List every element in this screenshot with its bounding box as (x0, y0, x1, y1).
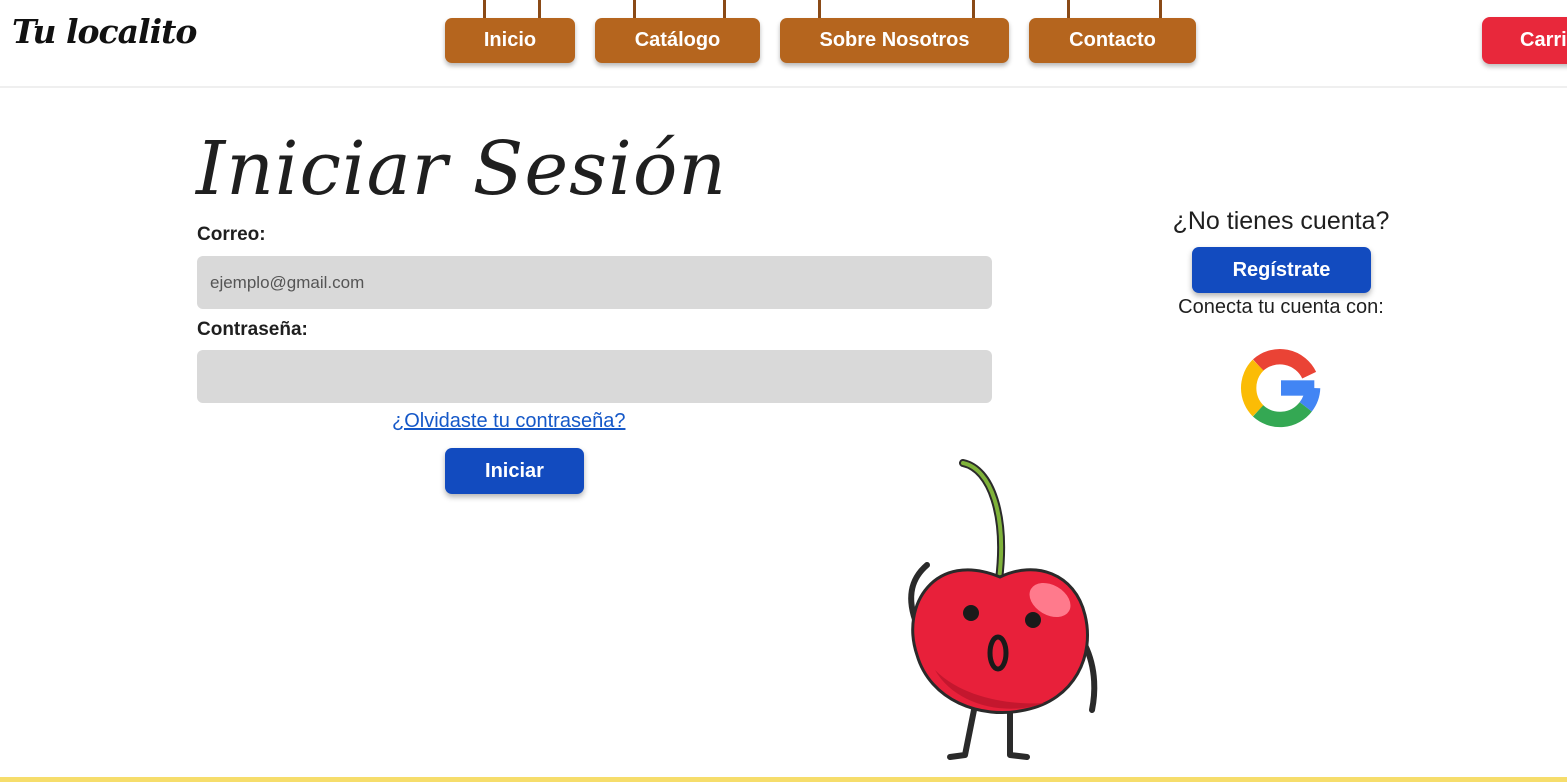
register-button[interactable]: Regístrate (1192, 247, 1371, 293)
nav-contacto-label: Contacto (1069, 29, 1156, 51)
nav-inicio-button[interactable]: Inicio (445, 0, 575, 63)
nav-sobre-nosotros-button[interactable]: Sobre Nosotros (780, 0, 1009, 63)
no-account-text: ¿No tienes cuenta? (1172, 207, 1390, 235)
nav-inicio-label: Inicio (483, 29, 537, 51)
site-logo[interactable]: Tu localito (12, 12, 197, 51)
password-label: Contraseña: (197, 319, 308, 340)
email-label: Correo: (197, 224, 266, 245)
login-button[interactable]: Iniciar (445, 448, 584, 494)
site-header: Tu localito Inicio Catálogo Sobre Nosotr… (0, 0, 1567, 88)
cart-label: Carri (1520, 29, 1567, 51)
page-title: Iniciar Sesión (196, 126, 728, 212)
nav-sobre-nosotros-label: Sobre Nosotros (819, 29, 970, 51)
cherry-mascot-illustration (908, 459, 1098, 760)
cart-button[interactable]: Carri (1482, 17, 1567, 64)
connect-text: Conecta tu cuenta con: (1178, 296, 1384, 318)
nav-contacto-button[interactable]: Contacto (1029, 0, 1196, 63)
nav-catalogo-button[interactable]: Catálogo (595, 0, 760, 63)
footer-border (0, 777, 1567, 782)
forgot-password-link[interactable]: ¿Olvidaste tu contraseña? (392, 410, 625, 433)
password-field[interactable] (197, 350, 992, 403)
register-button-label: Regístrate (1232, 258, 1331, 281)
nav-catalogo-label: Catálogo (634, 29, 721, 51)
google-icon[interactable] (1240, 347, 1322, 429)
email-field[interactable] (197, 256, 992, 309)
login-button-label: Iniciar (485, 459, 544, 482)
